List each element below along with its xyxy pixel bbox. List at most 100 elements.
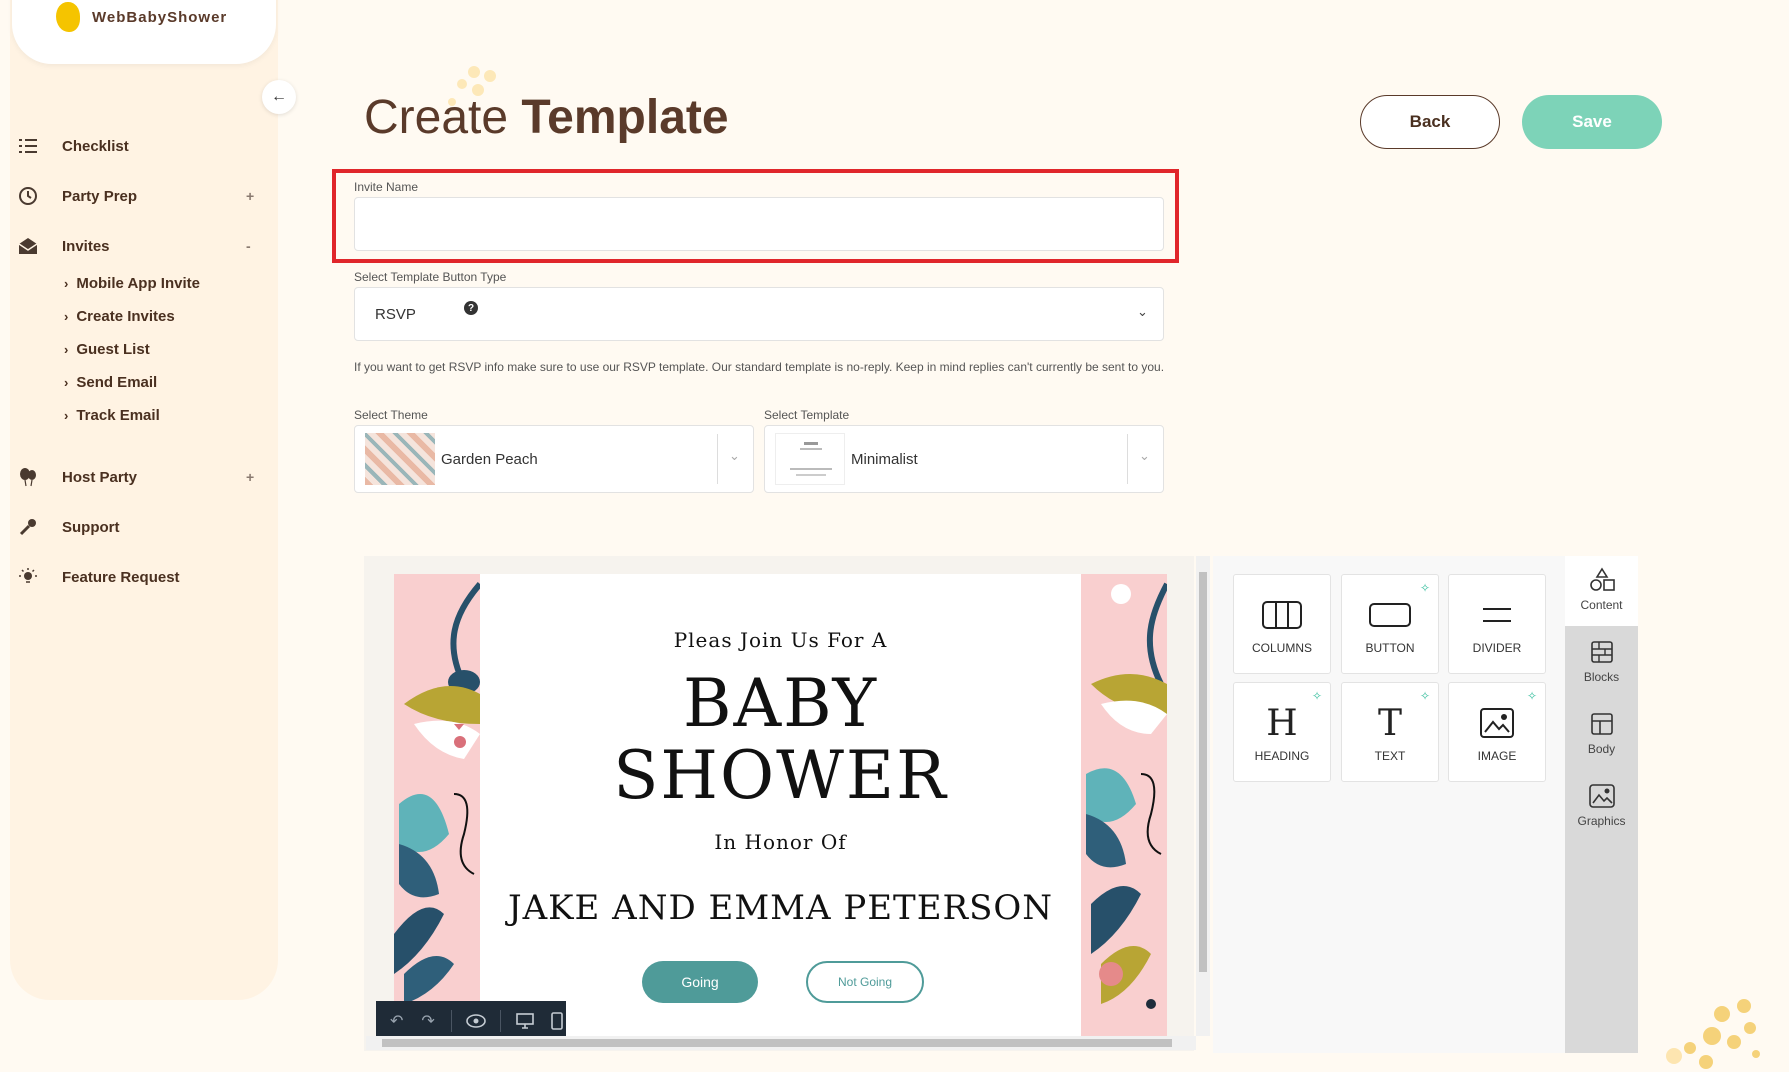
logo-icon <box>56 2 80 32</box>
going-button[interactable]: Going <box>642 961 758 1003</box>
tab-body[interactable]: Body <box>1565 700 1638 770</box>
chevron-right-icon: › <box>64 407 69 423</box>
sparkle-icon: ✧ <box>1419 689 1430 703</box>
heading-icon: H <box>1266 702 1298 744</box>
title-bold: Template <box>521 91 729 144</box>
text-icon: T <box>1377 702 1402 744</box>
back-button[interactable]: Back <box>1360 95 1500 149</box>
theme-value: Garden Peach <box>441 451 538 468</box>
arrow-left-icon: ← <box>271 88 287 105</box>
not-going-button[interactable]: Not Going <box>806 961 924 1003</box>
expand-toggle[interactable]: + <box>246 188 254 204</box>
button-type-value: RSVP <box>375 306 416 323</box>
invitation-intro: Pleas Join Us For A <box>673 628 888 652</box>
tool-label: IMAGE <box>1477 749 1517 763</box>
tab-blocks[interactable]: Blocks <box>1565 628 1638 698</box>
floral-border-right <box>1081 574 1167 1036</box>
tab-label: Content <box>1580 598 1623 612</box>
decorative-dots <box>1666 999 1760 1069</box>
sidebar-subitem-track-email[interactable]: › Track Email <box>64 404 160 426</box>
invite-name-input[interactable] <box>354 197 1164 251</box>
logo[interactable]: WebBabyShower <box>12 0 276 64</box>
sidebar-item-support[interactable]: Support <box>10 512 278 542</box>
sparkle-icon: ✧ <box>1419 581 1430 595</box>
scrollbar-thumb[interactable] <box>1199 572 1207 972</box>
collapse-toggle[interactable]: - <box>246 238 251 254</box>
sidebar-item-label: Support <box>62 518 120 536</box>
divider-icon <box>1449 597 1545 633</box>
tab-label: Blocks <box>1583 670 1620 684</box>
tool-label: COLUMNS <box>1251 641 1312 655</box>
button-icon <box>1342 597 1438 633</box>
tab-content[interactable]: Content <box>1565 556 1638 626</box>
tool-image[interactable]: ✧ IMAGE <box>1448 682 1546 782</box>
sidebar-item-checklist[interactable]: Checklist <box>10 131 278 161</box>
blocks-icon <box>1565 638 1638 666</box>
redo-icon[interactable]: ↷ <box>419 1011 436 1031</box>
page-title: Create Template <box>364 90 729 145</box>
collapse-sidebar-button[interactable]: ← <box>262 80 296 114</box>
sidebar-subitem-create-invites[interactable]: › Create Invites <box>64 305 175 327</box>
expand-toggle[interactable]: + <box>246 469 254 485</box>
brand-name: WebBabyShower <box>92 9 228 26</box>
sidebar-subitem-guest-list[interactable]: › Guest List <box>64 338 150 360</box>
invite-name-label: Invite Name <box>354 180 419 194</box>
chevron-right-icon: › <box>64 374 69 390</box>
preview-eye-icon[interactable] <box>465 1011 486 1031</box>
tool-heading[interactable]: ✧ H HEADING <box>1233 682 1331 782</box>
mobile-view-icon[interactable] <box>549 1011 566 1031</box>
desktop-view-icon[interactable] <box>515 1011 535 1031</box>
button-type-select[interactable]: RSVP ⌄ <box>354 287 1164 341</box>
title-light: Create <box>364 91 509 144</box>
sidebar-item-label: Host Party <box>62 468 138 486</box>
canvas-horizontal-scrollbar[interactable] <box>366 1036 1196 1050</box>
select-divider <box>717 434 718 484</box>
rsvp-note: If you want to get RSVP info make sure t… <box>354 360 1165 374</box>
invitation-names: JAKE AND EMMA PETERSON <box>507 888 1054 928</box>
template-label: Select Template <box>764 408 850 422</box>
chevron-down-icon: ⌄ <box>729 448 740 463</box>
tool-button[interactable]: ✧ BUTTON <box>1341 574 1439 674</box>
sidebar-item-host-party[interactable]: Host Party + <box>10 462 278 492</box>
tool-label: BUTTON <box>1365 641 1415 655</box>
subitem-label: Guest List <box>76 340 150 358</box>
chevron-right-icon: › <box>64 275 69 291</box>
template-thumbnail <box>775 433 845 485</box>
wrench-icon <box>16 515 40 539</box>
template-value: Minimalist <box>851 451 918 468</box>
tool-columns[interactable]: COLUMNS <box>1233 574 1331 674</box>
balloons-icon <box>16 465 40 489</box>
subitem-label: Track Email <box>76 406 160 424</box>
subitem-label: Send Email <box>76 373 158 391</box>
invitation-title-line2: SHOWER <box>613 737 948 814</box>
select-divider <box>1127 434 1128 484</box>
scrollbar-thumb[interactable] <box>382 1039 1172 1047</box>
help-icon[interactable]: ? <box>464 301 478 315</box>
sidebar-item-label: Party Prep <box>62 187 138 205</box>
sidebar-item-party-prep[interactable]: Party Prep + <box>10 181 278 211</box>
chevron-down-icon: ⌄ <box>1139 448 1150 463</box>
canvas-vertical-scrollbar[interactable] <box>1196 556 1210 1036</box>
tab-label: Graphics <box>1577 814 1626 828</box>
envelope-icon <box>16 234 40 258</box>
sidebar-subitem-send-email[interactable]: › Send Email <box>64 371 157 393</box>
sidebar-item-invites[interactable]: Invites - <box>10 231 278 261</box>
tool-divider[interactable]: DIVIDER <box>1448 574 1546 674</box>
invitation-honor: In Honor Of <box>714 830 847 854</box>
tool-label: HEADING <box>1254 749 1310 763</box>
theme-label: Select Theme <box>354 408 428 422</box>
tool-text[interactable]: ✧ T TEXT <box>1341 682 1439 782</box>
subitem-label: Create Invites <box>76 307 175 325</box>
editor-toolbar: ↶ ↷ <box>376 1001 566 1041</box>
shapes-icon <box>1565 566 1638 594</box>
undo-icon[interactable]: ↶ <box>388 1011 405 1031</box>
toolbar-divider <box>450 1010 452 1032</box>
invitation-title-line1: BABY <box>682 665 879 742</box>
editor-side-tabs: Content Blocks Body Graphics <box>1565 556 1638 1053</box>
sidebar-item-feature-request[interactable]: Feature Request <box>10 562 278 592</box>
sidebar-subitem-mobile-app-invite[interactable]: › Mobile App Invite <box>64 272 200 294</box>
theme-thumbnail <box>365 433 435 485</box>
picture-icon <box>1565 782 1638 810</box>
tab-graphics[interactable]: Graphics <box>1565 772 1638 842</box>
save-button[interactable]: Save <box>1522 95 1662 149</box>
